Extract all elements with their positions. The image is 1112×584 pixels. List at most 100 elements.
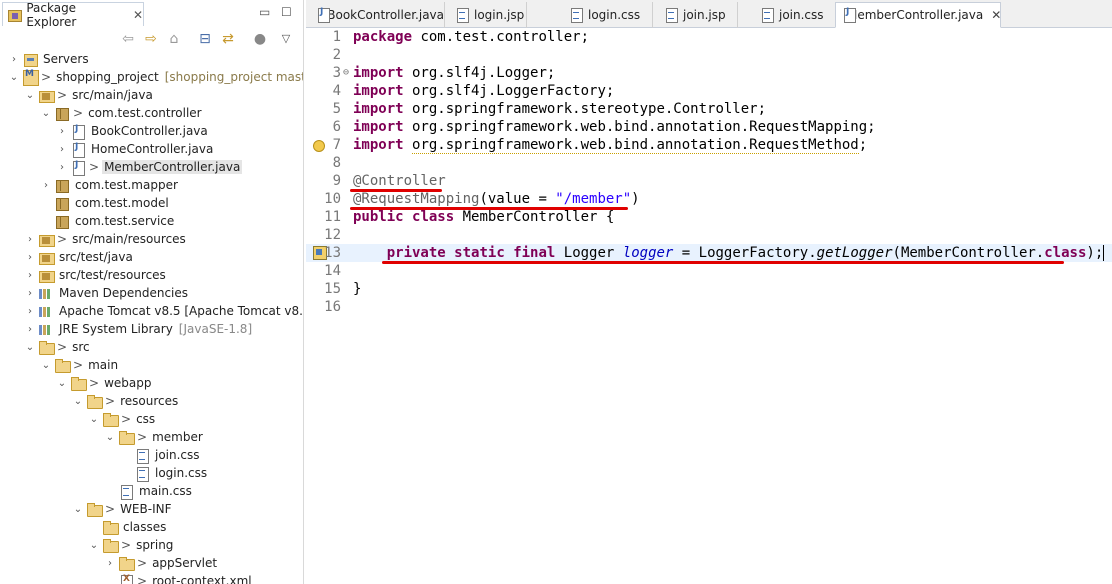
code-line[interactable]: 1 package com.test.controller;: [306, 28, 1112, 46]
expanded-twisty-icon[interactable]: ⌄: [104, 432, 116, 443]
tree-item[interactable]: › > src/main/resources: [24, 230, 188, 248]
fold-toggle-icon[interactable]: ⊖: [341, 64, 351, 82]
tree-item[interactable]: ⌄ > src/main/java: [24, 86, 155, 104]
srcfolder-icon: [38, 232, 55, 247]
expanded-twisty-icon[interactable]: ⌄: [72, 504, 84, 515]
tree-item[interactable]: ⌄ > css: [88, 410, 157, 428]
code-line[interactable]: 15}: [306, 280, 1112, 298]
editor-tab[interactable]: join.jsp: [658, 2, 738, 28]
collapsed-twisty-icon[interactable]: ›: [56, 144, 68, 155]
view-menu-icon[interactable]: ▽: [278, 31, 294, 47]
cssfile-icon: [118, 484, 134, 500]
code-line[interactable]: 12: [306, 226, 1112, 244]
expanded-twisty-icon[interactable]: ⌄: [24, 342, 36, 353]
code-line[interactable]: 13 private static final Logger logger = …: [306, 244, 1112, 262]
code-line[interactable]: 8: [306, 154, 1112, 172]
expanded-twisty-icon[interactable]: ⌄: [88, 414, 100, 425]
tree-item[interactable]: ⌄ > com.test.controller: [40, 104, 204, 122]
red-underline-annotation: [382, 261, 1064, 264]
expanded-twisty-icon[interactable]: ⌄: [88, 540, 100, 551]
expanded-twisty-icon[interactable]: ⌄: [72, 396, 84, 407]
expanded-twisty-icon[interactable]: ⌄: [40, 108, 52, 119]
tree-item[interactable]: ⌄ > WEB-INF: [72, 500, 174, 518]
close-icon[interactable]: ✕: [991, 8, 1001, 22]
tree-item[interactable]: ⌄ > spring: [88, 536, 175, 554]
code-line[interactable]: 5 import org.springframework.stereotype.C…: [306, 100, 1112, 118]
collapsed-twisty-icon[interactable]: ›: [104, 558, 116, 569]
tree-item[interactable]: com.test.service: [40, 212, 176, 230]
link-with-editor-icon[interactable]: ⇄: [220, 31, 236, 47]
tree-item[interactable]: join.css: [120, 446, 202, 464]
editor-tab[interactable]: login.jsp: [449, 2, 527, 28]
tree-item[interactable]: ⌄ > resources: [72, 392, 180, 410]
tree-item[interactable]: › src/test/resources: [24, 266, 168, 284]
code-line[interactable]: 10 @RequestMapping(value = "/member"): [306, 190, 1112, 208]
tree-item[interactable]: > root-context.xml: [104, 572, 254, 584]
tree-item[interactable]: › >MemberController.java: [56, 158, 243, 176]
tree-item[interactable]: com.test.model: [40, 194, 171, 212]
tree-item-label: src/test/java: [59, 250, 133, 264]
close-icon[interactable]: ✕: [133, 8, 143, 22]
editor-tab[interactable]: BookController.java: [310, 2, 445, 28]
code-line[interactable]: 11 public class MemberController {: [306, 208, 1112, 226]
tree-item[interactable]: classes: [88, 518, 168, 536]
code-line[interactable]: 3 ⊖ import org.slf4j.Logger;: [306, 64, 1112, 82]
editor-tab[interactable]: MemberController.java ✕: [835, 2, 1001, 28]
maximize-icon[interactable]: ☐: [281, 5, 292, 19]
code-editor[interactable]: 1 package com.test.controller; 2 3 ⊖ import o…: [306, 28, 1112, 584]
code-line[interactable]: 7 import org.springframework.web.bind.ann…: [306, 136, 1112, 154]
code-line[interactable]: 2: [306, 46, 1112, 64]
code-line[interactable]: 9 @Controller: [306, 172, 1112, 190]
editor-tab[interactable]: join.css: [754, 2, 838, 28]
back-icon[interactable]: ⇦: [120, 31, 136, 47]
folder-icon: [118, 556, 135, 571]
tree-item[interactable]: › Apache Tomcat v8.5 [Apache Tomcat v8.5]: [24, 302, 303, 320]
collapsed-twisty-icon[interactable]: ›: [56, 162, 68, 173]
focus-icon[interactable]: ●: [252, 31, 268, 47]
tree-item-label: BookController.java: [91, 124, 208, 138]
package-explorer-tab[interactable]: Package Explorer ✕: [2, 1, 144, 29]
tree-item[interactable]: › Maven Dependencies: [24, 284, 190, 302]
tree-item[interactable]: ⌄ > src: [24, 338, 92, 356]
tree-item[interactable]: ⌄ > member: [104, 428, 205, 446]
editor-tab[interactable]: login.css: [563, 2, 653, 28]
tree-item[interactable]: ⌄ > shopping_project [shopping_project mast…: [8, 68, 303, 86]
code-token: class: [1044, 245, 1087, 261]
collapsed-twisty-icon[interactable]: ›: [8, 54, 20, 65]
tree-item[interactable]: › JRE System Library [JavaSE-1.8]: [24, 320, 252, 338]
tree-item[interactable]: › BookController.java: [56, 122, 210, 140]
collapsed-twisty-icon[interactable]: ›: [56, 126, 68, 137]
tree-item[interactable]: › Servers: [8, 50, 91, 68]
tree-item[interactable]: › > appServlet: [104, 554, 219, 572]
collapse-all-icon[interactable]: ⊟: [197, 31, 213, 47]
code-line[interactable]: 6 import org.springframework.web.bind.ann…: [306, 118, 1112, 136]
tree-item-label: shopping_project: [56, 70, 159, 84]
collapsed-twisty-icon[interactable]: ›: [24, 234, 36, 245]
minimize-icon[interactable]: ▭: [259, 5, 270, 19]
code-line[interactable]: 4 import org.slf4j.LoggerFactory;: [306, 82, 1112, 100]
collapsed-twisty-icon[interactable]: ›: [24, 252, 36, 263]
tree-item[interactable]: › src/test/java: [24, 248, 135, 266]
forward-icon[interactable]: ⇨: [143, 31, 159, 47]
tree-item[interactable]: main.css: [104, 482, 194, 500]
tree-item[interactable]: login.css: [120, 464, 209, 482]
line-number: 16: [324, 299, 341, 315]
tree-item[interactable]: ⌄ > main: [40, 356, 120, 374]
collapsed-twisty-icon[interactable]: ›: [24, 270, 36, 281]
expanded-twisty-icon[interactable]: ⌄: [8, 72, 20, 83]
collapsed-twisty-icon[interactable]: ›: [24, 324, 36, 335]
collapsed-twisty-icon[interactable]: ›: [24, 306, 36, 317]
line-number: 10: [324, 191, 341, 207]
expanded-twisty-icon[interactable]: ⌄: [40, 360, 52, 371]
tree-item[interactable]: › HomeController.java: [56, 140, 215, 158]
expanded-twisty-icon[interactable]: ⌄: [56, 378, 68, 389]
home-icon[interactable]: ⌂: [166, 31, 182, 47]
server-icon: [22, 52, 38, 67]
tree-item[interactable]: ⌄ > webapp: [56, 374, 153, 392]
code-line[interactable]: 14: [306, 262, 1112, 280]
tree-item[interactable]: › com.test.mapper: [40, 176, 180, 194]
code-line[interactable]: 16: [306, 298, 1112, 316]
collapsed-twisty-icon[interactable]: ›: [24, 288, 36, 299]
collapsed-twisty-icon[interactable]: ›: [40, 180, 52, 191]
expanded-twisty-icon[interactable]: ⌄: [24, 90, 36, 101]
